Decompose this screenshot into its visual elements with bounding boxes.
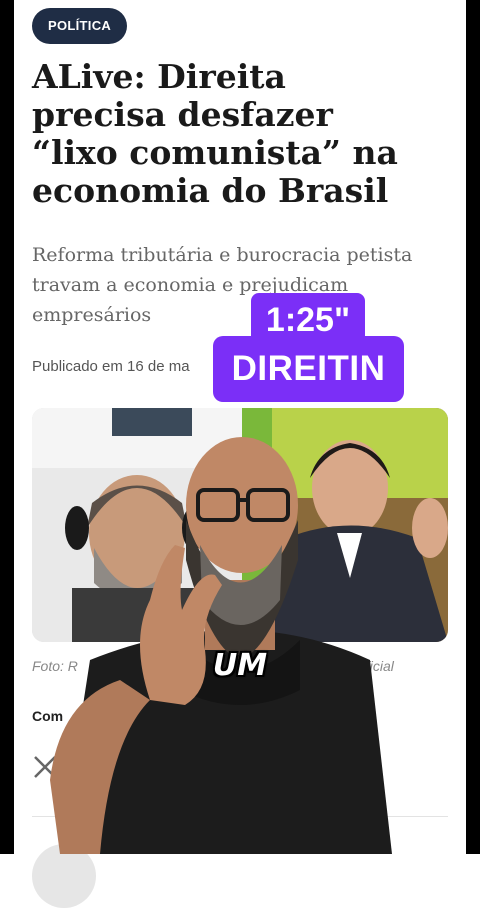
article-headline: ALive: Direita precisa desfazer “lixo co…: [32, 57, 398, 210]
publish-date: Publicado em 16 de ma: [32, 358, 190, 375]
x-logo-icon[interactable]: [32, 754, 58, 780]
article-photo: [32, 408, 448, 642]
category-badge[interactable]: POLÍTICA: [32, 8, 128, 44]
left-letterbox: [0, 0, 14, 854]
share-label: Com: [32, 708, 64, 724]
article-subtitle: Reforma tributária e burocracia petista …: [32, 244, 413, 326]
channel-caption: DIREITIN: [213, 336, 404, 402]
article-photo-illustration: [32, 408, 448, 642]
right-letterbox: [466, 0, 480, 854]
speech-subtitle: UM: [212, 648, 268, 683]
section-divider: [32, 816, 448, 817]
